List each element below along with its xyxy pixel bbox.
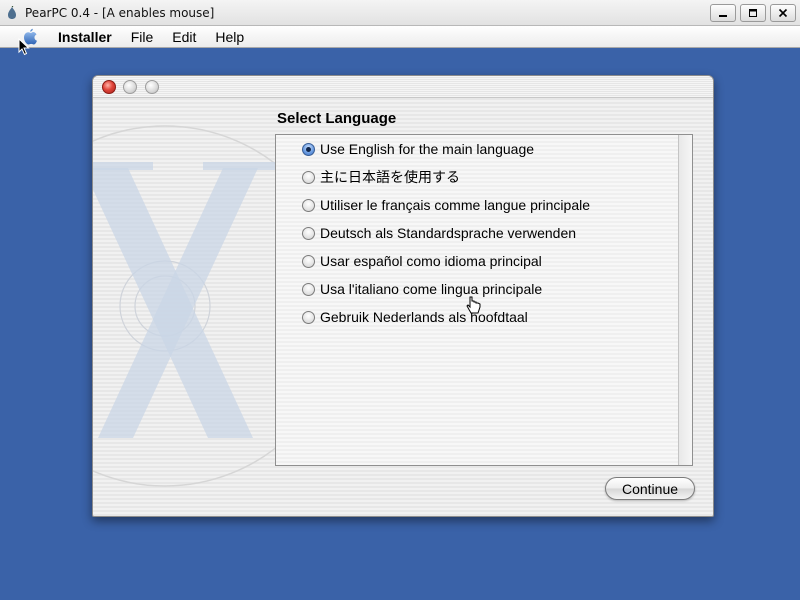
language-option-german[interactable]: Deutsch als Standardsprache verwenden [302, 222, 576, 244]
window-minimize-button[interactable] [123, 80, 137, 94]
language-option-dutch[interactable]: Gebruik Nederlands als hoofdtaal [302, 306, 528, 328]
language-option-spanish[interactable]: Usar español como idioma principal [302, 250, 542, 272]
radio-button[interactable] [302, 254, 315, 268]
restore-button[interactable] [740, 4, 766, 22]
panel-title: Select Language [277, 110, 397, 127]
close-icon [778, 8, 788, 18]
close-button[interactable] [770, 4, 796, 22]
language-option-italian[interactable]: Usa l'italiano come lingua principale [302, 278, 542, 300]
language-option-japanese[interactable]: 主に日本語を使用する [302, 166, 460, 188]
radio-button[interactable] [302, 282, 315, 296]
language-list: Use English for the main language 主に日本語を… [275, 134, 693, 466]
radio-button-selected[interactable] [302, 142, 315, 156]
language-label: Usa l'italiano come lingua principale [320, 281, 543, 297]
language-label: Gebruik Nederlands als hoofdtaal [320, 309, 528, 325]
menu-help[interactable]: Help [215, 29, 244, 45]
host-window-title: PearPC 0.4 - [A enables mouse] [25, 5, 215, 20]
radio-button[interactable] [302, 198, 315, 212]
hand-cursor-icon [466, 296, 481, 314]
menu-file[interactable]: File [131, 29, 154, 45]
language-label: 主に日本語を使用する [320, 169, 460, 185]
language-option-french[interactable]: Utiliser le français comme langue princi… [302, 194, 590, 216]
radio-button[interactable] [302, 226, 315, 240]
minimize-button[interactable] [710, 4, 736, 22]
window-close-button[interactable] [102, 80, 116, 94]
radio-button[interactable] [302, 170, 315, 184]
pearpc-app-icon [8, 5, 16, 19]
restore-icon [749, 9, 757, 17]
menu-installer[interactable]: Installer [58, 29, 112, 45]
installer-window: Select Language Use English for the main… [92, 75, 714, 517]
list-scrollbar[interactable] [678, 135, 692, 465]
mac-menu-bar: Installer File Edit Help [0, 26, 800, 48]
continue-button[interactable]: Continue [605, 477, 695, 500]
menu-edit[interactable]: Edit [172, 29, 196, 45]
mouse-pointer-icon [18, 38, 30, 56]
language-label: Utiliser le français comme langue princi… [320, 197, 591, 213]
language-option-english[interactable]: Use English for the main language [302, 138, 534, 160]
host-title-bar: PearPC 0.4 - [A enables mouse] [0, 0, 800, 26]
window-title-bar[interactable] [93, 76, 713, 98]
radio-button[interactable] [302, 310, 315, 324]
minimize-icon [719, 15, 727, 17]
language-label: Usar español como idioma principal [320, 253, 542, 269]
language-label: Deutsch als Standardsprache verwenden [320, 225, 577, 241]
window-zoom-button[interactable] [145, 80, 159, 94]
language-label: Use English for the main language [320, 141, 535, 157]
